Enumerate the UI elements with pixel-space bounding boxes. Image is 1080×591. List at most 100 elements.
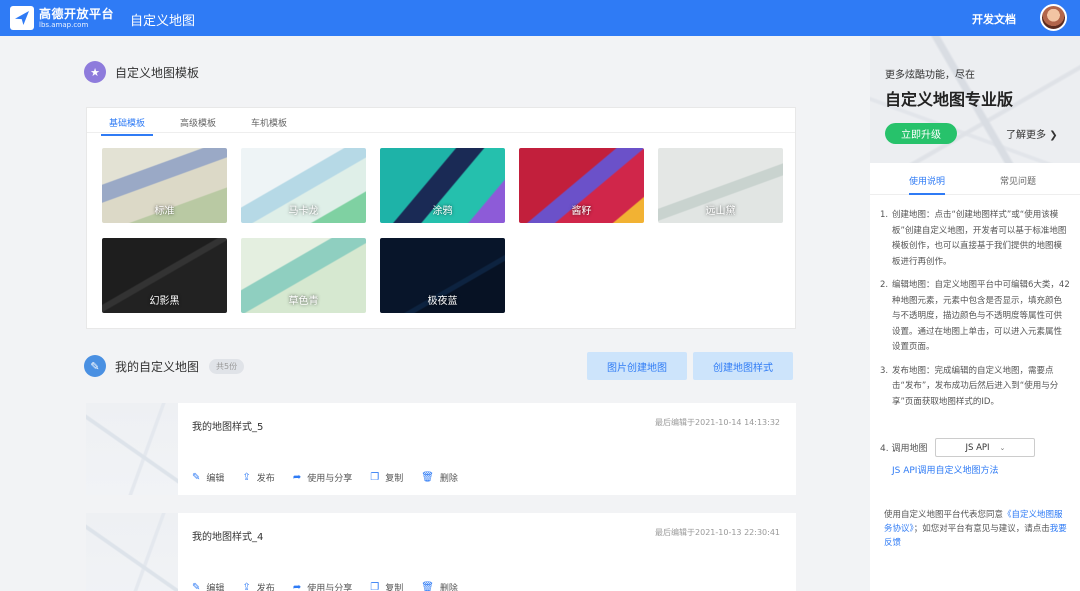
logo-subtitle: lbs.amap.com <box>39 20 89 29</box>
trash-icon: 🗑 <box>421 582 434 591</box>
copy-label: 复制 <box>385 474 404 484</box>
step-number: 3. <box>880 365 889 376</box>
card-actions: ✎ 编辑 ⇪ 发布 ➦ 使用与分享 ❐ 复制 🗑 删除 <box>192 471 476 484</box>
template-label: 马卡龙 <box>288 206 319 217</box>
use-share-button[interactable]: ➦ 使用与分享 <box>293 581 352 591</box>
template-standard[interactable]: 标准 <box>102 148 227 223</box>
chevron-right-icon: ❯ <box>1049 130 1058 141</box>
agreement-text-mid: ；如您对平台有意见与建议，请点击 <box>913 524 1050 534</box>
template-distant-mountain[interactable]: 远山黛 <box>658 148 783 223</box>
step-text: 发布地图：完成编辑的自定义地图，需要点击“发布”，发布成功后然后进入到“使用与分… <box>892 365 1059 407</box>
create-map-style-button[interactable]: 创建地图样式 <box>693 352 793 380</box>
step-number: 1. <box>880 210 889 220</box>
delete-button[interactable]: 🗑 删除 <box>421 471 458 484</box>
edit-label: 编辑 <box>206 584 225 591</box>
publish-label: 发布 <box>256 584 275 591</box>
promo-line1: 更多炫酷功能，尽在 <box>885 70 975 81</box>
copy-icon: ❐ <box>370 582 380 591</box>
logo-title: 高德开放平台 <box>39 6 115 21</box>
upload-icon: ⇪ <box>242 472 251 483</box>
copy-button[interactable]: ❐ 复制 <box>370 471 403 484</box>
edit-button[interactable]: ✎ 编辑 <box>192 581 224 591</box>
edit-icon: ✎ <box>192 472 201 483</box>
publish-button[interactable]: ⇪ 发布 <box>242 581 274 591</box>
map-thumbnail[interactable] <box>86 403 178 495</box>
main-content: ★ 自定义地图模板 基础模板 高级模板 车机模板 标准 马卡龙 涂鸦 酱籽 远山… <box>0 36 870 591</box>
js-api-method-link[interactable]: JS API调用自定义地图方法 <box>892 463 998 476</box>
delete-label: 删除 <box>439 584 458 591</box>
templates-section-title: 自定义地图模板 <box>115 65 200 80</box>
upload-icon: ⇪ <box>242 582 251 591</box>
chevron-down-icon: ⌄ <box>999 443 1006 452</box>
step-text: 编辑地图：自定义地图平台中可编辑6大类，42种地图元素，元素中包含是否显示，填充… <box>892 280 1070 352</box>
agreement-text: 使用自定义地图平台代表您同意 <box>884 510 1004 520</box>
user-avatar[interactable] <box>1040 4 1067 31</box>
star-icon: ★ <box>84 61 106 83</box>
delete-label: 删除 <box>439 474 458 484</box>
copy-icon: ❐ <box>370 472 380 483</box>
usage-step: 1. 创建地图：点击“创建地图样式”或“使用该模板”创建自定义地图，开发者可以基于… <box>880 208 1070 270</box>
template-graffiti[interactable]: 涂鸦 <box>380 148 505 223</box>
template-label: 幻影黑 <box>149 296 180 307</box>
share-icon: ➦ <box>292 582 302 591</box>
sidebar-tabs: 使用说明 常见问题 <box>870 163 1080 195</box>
call-map-label: 4. 调用地图 <box>880 444 928 454</box>
tab-faq[interactable]: 常见问题 <box>1000 174 1036 193</box>
call-map-row: 4. 调用地图 JS API ⌄ <box>880 438 1036 457</box>
template-sauce[interactable]: 酱籽 <box>519 148 644 223</box>
copy-label: 复制 <box>385 584 404 591</box>
dev-docs-link[interactable]: 开发文档 <box>972 11 1016 27</box>
learn-more-label: 了解更多 <box>1006 130 1046 141</box>
templates-section-header: ★ 自定义地图模板 <box>84 61 199 83</box>
use-share-button[interactable]: ➦ 使用与分享 <box>293 471 352 484</box>
edit-label: 编辑 <box>206 474 225 484</box>
usage-steps: 1. 创建地图：点击“创建地图样式”或“使用该模板”创建自定义地图，开发者可以基于… <box>880 208 1070 418</box>
edit-icon: ✎ <box>192 582 201 591</box>
step-text: 创建地图：点击“创建地图样式”或“使用该模板”创建自定义地图，开发者可以基于标准… <box>892 210 1067 267</box>
template-macaron[interactable]: 马卡龙 <box>241 148 366 223</box>
usage-step: 3. 发布地图：完成编辑的自定义地图，需要点击“发布”，发布成功后然后进入到“使用… <box>880 364 1070 411</box>
share-icon: ➦ <box>292 472 302 483</box>
template-label: 极夜蓝 <box>427 296 458 307</box>
card-actions: ✎ 编辑 ⇪ 发布 ➦ 使用与分享 ❐ 复制 🗑 删除 <box>192 581 476 591</box>
logo-icon <box>10 6 34 30</box>
template-grass-green[interactable]: 草色青 <box>241 238 366 313</box>
use-share-label: 使用与分享 <box>307 474 353 484</box>
map-thumbnail[interactable] <box>86 513 178 591</box>
template-polar-night-blue[interactable]: 极夜蓝 <box>380 238 505 313</box>
delete-button[interactable]: 🗑 删除 <box>421 581 458 591</box>
template-label: 标准 <box>154 206 175 217</box>
map-count-badge: 共5份 <box>209 358 245 374</box>
upgrade-now-button[interactable]: 立即升级 <box>885 123 957 144</box>
publish-button[interactable]: ⇪ 发布 <box>242 471 274 484</box>
last-edited-time: 最后编辑于2021-10-14 14:13:32 <box>655 418 780 427</box>
edit-button[interactable]: ✎ 编辑 <box>192 471 224 484</box>
api-type-value: JS API <box>965 442 990 453</box>
template-label: 远山黛 <box>705 206 736 217</box>
pencil-icon: ✎ <box>84 355 106 377</box>
publish-label: 发布 <box>256 474 275 484</box>
trash-icon: 🗑 <box>421 472 434 483</box>
map-style-name: 我的地图样式_5 <box>192 422 264 433</box>
tab-usage-guide[interactable]: 使用说明 <box>909 174 946 195</box>
agreement-notice: 使用自定义地图平台代表您同意《自定义地图服务协议》；如您对平台有意见与建议，请点… <box>884 508 1070 550</box>
map-style-name: 我的地图样式_4 <box>192 532 264 543</box>
api-type-select[interactable]: JS API ⌄ <box>935 438 1036 457</box>
use-share-label: 使用与分享 <box>307 584 353 591</box>
template-label: 涂鸦 <box>432 206 453 217</box>
top-bar: 高德开放平台 lbs.amap.com 自定义地图 开发文档 <box>0 0 1080 36</box>
amap-logo[interactable]: 高德开放平台 lbs.amap.com <box>10 6 114 30</box>
promo-banner: 更多炫酷功能，尽在 自定义地图专业版 立即升级 了解更多 ❯ <box>870 36 1080 163</box>
image-create-map-button[interactable]: 图片创建地图 <box>587 352 687 380</box>
promo-line2: 自定义地图专业版 <box>885 90 1014 109</box>
map-style-card[interactable]: 我的地图样式_4 最后编辑于2021-10-13 22:30:41 ✎ 编辑 ⇪ 发… <box>86 513 796 591</box>
app-title[interactable]: 自定义地图 <box>130 10 195 29</box>
my-maps-section-header: ✎ 我的自定义地图 共5份 <box>84 355 245 377</box>
last-edited-time: 最后编辑于2021-10-13 22:30:41 <box>655 528 780 537</box>
template-phantom-black[interactable]: 幻影黑 <box>102 238 227 313</box>
copy-button[interactable]: ❐ 复制 <box>370 581 403 591</box>
map-style-card[interactable]: 我的地图样式_5 最后编辑于2021-10-14 14:13:32 ✎ 编辑 ⇪ 发… <box>86 403 796 495</box>
template-panel: 基础模板 高级模板 车机模板 标准 马卡龙 涂鸦 酱籽 远山黛 幻影黑 草色青 … <box>86 107 796 329</box>
template-label: 酱籽 <box>571 206 592 217</box>
learn-more-link[interactable]: 了解更多 ❯ <box>1006 126 1058 141</box>
